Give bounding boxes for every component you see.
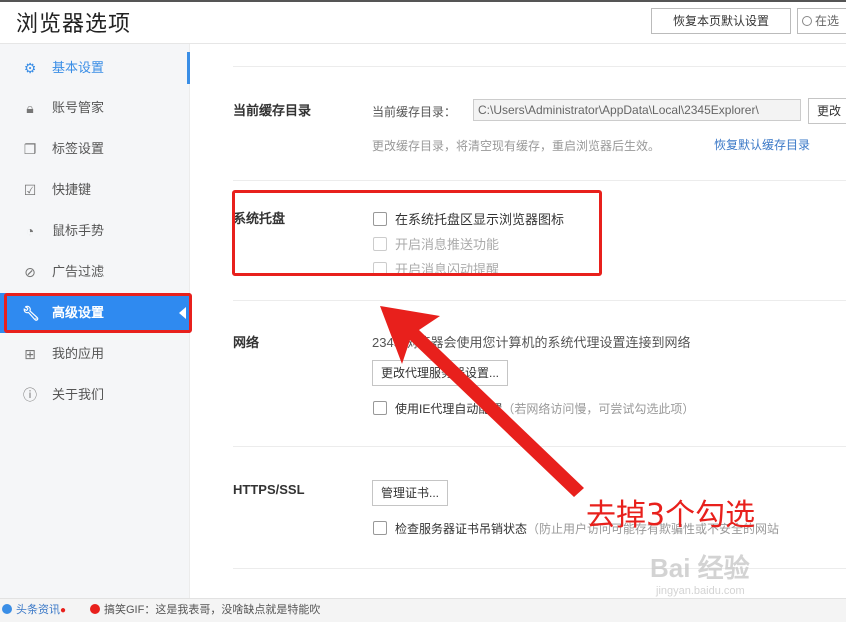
block-icon: ⊘ — [24, 264, 36, 280]
divider — [233, 66, 846, 67]
cache-path-input[interactable]: C:\Users\Administrator\AppData\Local\234… — [473, 99, 801, 121]
network-description: 2345 浏览器会使用您计算机的系统代理设置连接到网络 — [372, 335, 691, 350]
checkbox[interactable] — [373, 401, 387, 415]
tabs-icon: ❐ — [23, 141, 37, 157]
gear-icon: ⚙ — [23, 60, 37, 76]
news-icon — [2, 604, 12, 614]
search-placeholder: 在选 — [815, 14, 840, 28]
option-hint: （若网络访问慢，可尝试勾选此项） — [502, 402, 695, 416]
sidebar-item-my-apps[interactable]: ⊞ 我的应用 — [0, 334, 190, 374]
sidebar-item-shortcuts[interactable]: ☑ 快捷键 — [0, 170, 190, 210]
sidebar-item-ad-filter[interactable]: ⊘ 广告过滤 — [0, 252, 190, 292]
divider — [233, 446, 846, 447]
info-icon: ⓘ — [23, 387, 37, 403]
watermark-url: jingyan.baidu.com — [656, 585, 745, 597]
search-icon — [802, 16, 812, 26]
sidebar-item-label: 账号管家 — [52, 100, 105, 115]
sidebar-item-label: 我的应用 — [52, 346, 105, 361]
window-top-border — [0, 0, 846, 2]
divider — [233, 568, 846, 569]
sidebar-item-label: 标签设置 — [52, 141, 105, 156]
sidebar-item-label: 鼠标手势 — [52, 223, 105, 238]
page-title: 浏览器选项 — [16, 12, 132, 37]
active-indicator — [187, 52, 190, 84]
gif-label: 搞笑GIF：这是我表哥，没啥缺点就是特能吹 — [104, 604, 321, 616]
divider — [233, 300, 846, 301]
sidebar-item-about[interactable]: ⓘ 关于我们 — [0, 375, 190, 415]
proxy-settings-button[interactable]: 更改代理服务器设置... — [372, 360, 509, 386]
divider — [233, 180, 846, 181]
change-cache-button[interactable]: 更改 — [808, 98, 846, 124]
sidebar-item-accounts[interactable]: 🔒︎ 账号管家 — [0, 88, 190, 128]
ie-proxy-option[interactable]: 使用IE代理自动配置（若网络访问慢，可尝试勾选此项） — [373, 400, 694, 417]
gif-icon — [90, 604, 100, 614]
cache-hint: 更改缓存目录，将清空现有缓存，重启浏览器后生效。 — [372, 139, 661, 153]
lock-icon: 🔒︎ — [26, 100, 34, 116]
sidebar-item-label: 关于我们 — [52, 387, 105, 402]
sidebar-item-label: 广告过滤 — [52, 264, 105, 279]
sidebar-item-basic[interactable]: ⚙ 基本设置 — [0, 48, 190, 88]
gif-link[interactable]: 搞笑GIF：这是我表哥，没啥缺点就是特能吹 — [90, 599, 320, 622]
mouse-icon: ◔ — [25, 223, 35, 239]
cache-field-label: 当前缓存目录： — [372, 105, 457, 119]
option-label: 使用IE代理自动配置 — [395, 402, 503, 416]
news-link[interactable]: 头条资讯● — [2, 599, 66, 622]
header: 浏览器选项 恢复本页默认设置 在选 — [0, 0, 846, 44]
sidebar-item-tabs[interactable]: ❐ 标签设置 — [0, 129, 190, 169]
notification-dot: ● — [60, 605, 67, 616]
checkbox[interactable] — [373, 521, 387, 535]
baidu-watermark: Bai 经验 — [650, 553, 750, 583]
annotation-box-advanced — [4, 293, 192, 333]
sidebar-item-mouse-gestures[interactable]: ◔ 鼠标手势 — [0, 211, 190, 251]
keyboard-icon: ☑ — [23, 182, 37, 198]
sidebar-item-label: 快捷键 — [52, 182, 92, 197]
https-section-label: HTTPS/SSL — [233, 482, 305, 497]
annotation-box-tray — [232, 190, 602, 276]
annotation-text: 去掉3个勾选 — [586, 498, 756, 533]
sidebar-item-label: 基本设置 — [52, 60, 105, 75]
status-bar: 头条资讯● 搞笑GIF：这是我表哥，没啥缺点就是特能吹 — [0, 598, 846, 622]
manage-certificates-button[interactable]: 管理证书... — [372, 480, 449, 506]
restore-defaults-button[interactable]: 恢复本页默认设置 — [651, 8, 791, 34]
network-section-label: 网络 — [233, 335, 260, 350]
cache-section-label: 当前缓存目录 — [233, 103, 312, 118]
search-input[interactable]: 在选 — [797, 8, 846, 34]
option-label: 检查服务器证书吊销状态 — [395, 522, 528, 536]
apps-icon: ⊞ — [24, 346, 36, 362]
news-label: 头条资讯 — [16, 604, 60, 616]
restore-cache-link[interactable]: 恢复默认缓存目录 — [714, 136, 810, 153]
